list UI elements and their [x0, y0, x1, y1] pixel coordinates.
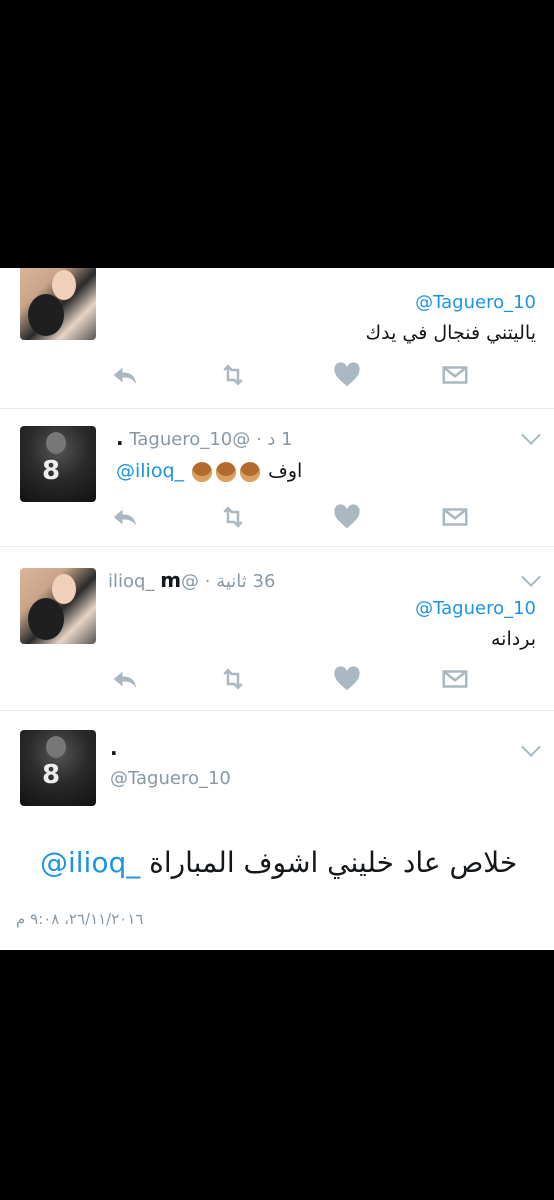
retweet-icon[interactable]	[218, 664, 248, 694]
chevron-down-icon[interactable]	[521, 567, 541, 587]
tweet-text: بردانه	[491, 628, 536, 650]
tweet-handle[interactable]: @Taguero_10	[110, 768, 231, 789]
main-tweet[interactable]: 8 . @Taguero_10 @ilioq_ خلاص عاد خليني ا…	[0, 710, 554, 950]
tweet-thread-screenshot: @Taguero_10 ياليتني فنجال في يدك 8 1 د ·	[0, 268, 554, 950]
avatar[interactable]	[20, 568, 96, 644]
direct-message-icon[interactable]	[440, 360, 470, 390]
chevron-down-icon[interactable]	[521, 425, 541, 445]
see-no-evil-monkey-icon	[240, 461, 261, 482]
retweet-icon[interactable]	[218, 360, 248, 390]
tweet-author-name[interactable]: m	[160, 568, 181, 592]
tweet-author-name[interactable]: .	[110, 736, 118, 760]
reply-icon[interactable]	[110, 664, 140, 694]
tweet-handle[interactable]: @Taguero_10	[129, 429, 250, 450]
tweet-1[interactable]: @Taguero_10 ياليتني فنجال في يدك	[0, 268, 554, 409]
retweet-icon[interactable]	[218, 502, 248, 532]
tweet-time: 1 د	[267, 429, 293, 450]
heart-icon[interactable]	[332, 502, 362, 532]
tweet-text: @ilioq_ اوف	[116, 460, 303, 482]
heart-icon[interactable]	[332, 664, 362, 694]
heart-icon[interactable]	[332, 360, 362, 390]
tweet-header: 1 د · @Taguero_10 .	[116, 426, 293, 450]
tweet-timestamp[interactable]: ٢٦/١١/٢٠١٦، ٩:٠٨ م	[16, 910, 143, 928]
tweet-reply-mention[interactable]: @Taguero_10	[415, 598, 536, 619]
tweet-text: @ilioq_ خلاص عاد خليني اشوف المباراة	[40, 846, 518, 879]
tweet-actions	[0, 502, 554, 532]
avatar[interactable]: 8	[20, 426, 96, 502]
see-no-evil-monkey-icon	[216, 461, 237, 482]
tweet-author-name[interactable]: .	[116, 426, 124, 450]
reply-icon[interactable]	[110, 360, 140, 390]
tweet-text: ياليتني فنجال في يدك	[365, 322, 536, 344]
tweet-reply-mention[interactable]: @Taguero_10	[415, 292, 536, 313]
tweet-handle[interactable]: @ilioq_	[108, 571, 199, 592]
tweet-header: 36 ثانية · @ilioq_ m	[108, 568, 276, 592]
tweet-time: 36 ثانية	[216, 571, 276, 592]
reply-icon[interactable]	[110, 502, 140, 532]
direct-message-icon[interactable]	[440, 502, 470, 532]
see-no-evil-monkey-icon	[192, 461, 213, 482]
chevron-down-icon[interactable]	[521, 737, 541, 757]
direct-message-icon[interactable]	[440, 664, 470, 694]
tweet-actions	[0, 664, 554, 694]
tweet-actions	[0, 360, 554, 390]
avatar[interactable]	[20, 268, 96, 340]
tweet-2[interactable]: 8 1 د · @Taguero_10 . @ilioq_ اوف	[0, 408, 554, 547]
avatar[interactable]: 8	[20, 730, 96, 806]
tweet-3[interactable]: 36 ثانية · @ilioq_ m @Taguero_10 بردانه	[0, 546, 554, 711]
